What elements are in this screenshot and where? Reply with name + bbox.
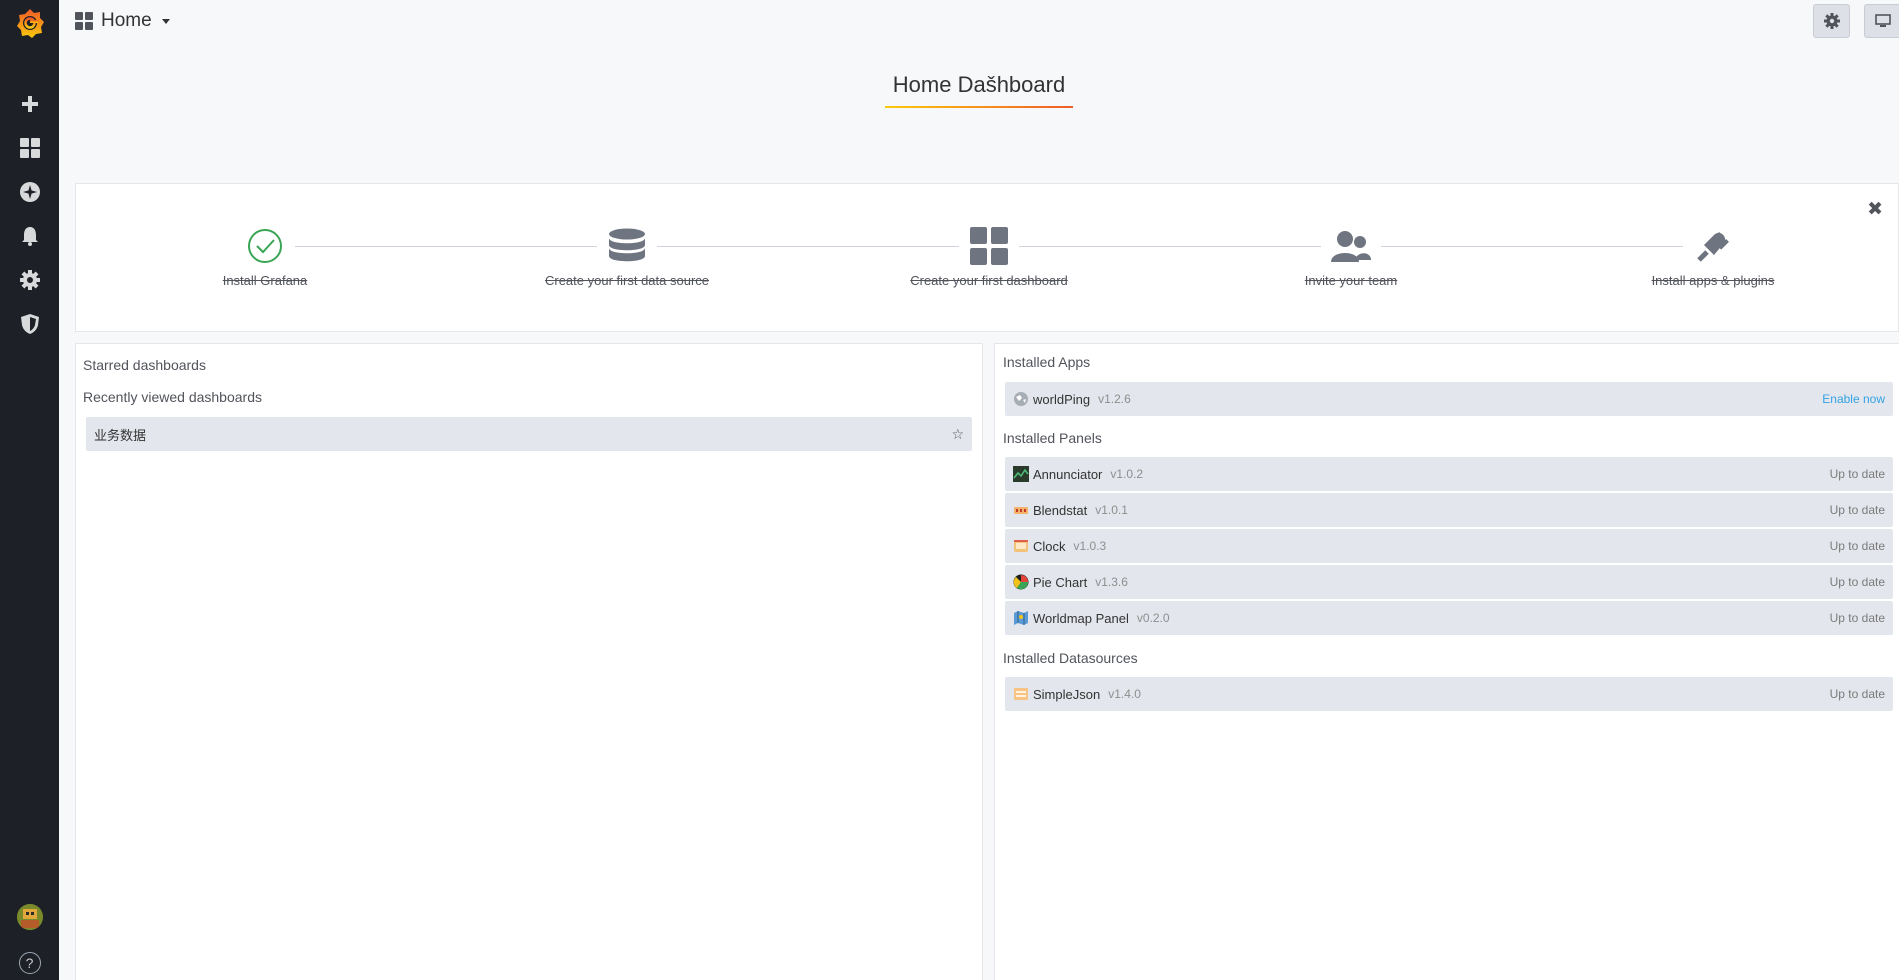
page-title: Home Dašhboard xyxy=(884,72,1074,108)
clock-icon xyxy=(1014,540,1028,552)
tv-mode-button[interactable] xyxy=(1864,4,1899,38)
step-invite-team: Invite your team xyxy=(1231,224,1471,288)
dashboard-grid-icon xyxy=(75,12,93,30)
step-label[interactable]: Create your first data source xyxy=(507,273,747,288)
plugin-status: Up to date xyxy=(1829,687,1885,701)
apps-icon xyxy=(970,227,1008,265)
simplejson-icon xyxy=(1014,688,1028,700)
plugin-version: v1.3.6 xyxy=(1095,575,1128,589)
plug-icon xyxy=(1697,232,1729,262)
sidebar: ? xyxy=(0,0,59,980)
plugin-name: SimpleJson xyxy=(1033,686,1101,702)
list-item[interactable]: Clock v1.0.3 Up to date xyxy=(1005,529,1893,563)
step-install-plugins: Install apps & plugins xyxy=(1593,224,1833,288)
plugin-version: v1.0.1 xyxy=(1095,503,1128,517)
users-icon xyxy=(1331,231,1371,262)
database-icon xyxy=(609,228,645,262)
enable-now-link[interactable]: Enable now xyxy=(1822,392,1885,406)
plugin-name: Blendstat xyxy=(1033,502,1088,518)
worldmap-icon xyxy=(1014,611,1028,625)
installed-panels-heading: Installed Panels xyxy=(1003,430,1102,446)
dashboard-settings-button[interactable] xyxy=(1813,4,1850,38)
list-item[interactable]: Worldmap Panel v0.2.0 Up to date xyxy=(1005,601,1893,635)
user-avatar[interactable] xyxy=(16,904,43,930)
step-label[interactable]: Install Grafana xyxy=(145,273,385,288)
create-plus-icon[interactable] xyxy=(0,82,59,126)
blendstat-icon xyxy=(1014,507,1028,514)
alerting-bell-icon[interactable] xyxy=(0,214,59,258)
plugin-version: v1.0.2 xyxy=(1110,467,1144,481)
explore-compass-icon[interactable] xyxy=(0,170,59,214)
close-icon[interactable]: ✖ xyxy=(1867,198,1883,221)
dashboards-icon[interactable] xyxy=(0,126,59,170)
step-create-dashboard: Create your first dashboard xyxy=(869,224,1109,288)
check-circle-icon xyxy=(248,229,282,263)
plugin-status: Up to date xyxy=(1829,611,1885,625)
list-item[interactable]: 业务数据 ☆ xyxy=(86,417,972,451)
plugin-status: Up to date xyxy=(1829,575,1885,589)
monitor-icon xyxy=(1874,14,1891,27)
step-create-data-source: Create your first data source xyxy=(507,224,747,288)
server-admin-shield-icon[interactable] xyxy=(0,302,59,346)
getting-started-panel: ✖ Install Grafana Create your first data… xyxy=(75,183,1899,332)
plugin-list-panel: Installed Apps worldPing v1.2.6 Enable n… xyxy=(994,343,1899,980)
dashboard-picker-label: Home xyxy=(101,10,152,31)
starred-dashboards-heading: Starred dashboards xyxy=(83,357,206,373)
plugin-version: v1.0.3 xyxy=(1073,539,1107,553)
help-icon[interactable]: ? xyxy=(18,952,41,974)
top-navbar: Home xyxy=(59,0,1899,42)
annunciator-icon xyxy=(1013,466,1029,482)
list-item[interactable]: worldPing v1.2.6 Enable now xyxy=(1005,382,1893,416)
plugin-version: v1.2.6 xyxy=(1098,392,1131,406)
grafana-logo[interactable] xyxy=(13,6,47,40)
chevron-down-icon xyxy=(161,18,170,24)
dashboard-picker[interactable]: Home xyxy=(75,10,170,32)
list-item[interactable]: SimpleJson v1.4.0 Up to date xyxy=(1005,677,1893,711)
dashboard-list-panel: Starred dashboards Recently viewed dashb… xyxy=(75,343,983,980)
plugin-status: Up to date xyxy=(1829,539,1885,553)
step-label[interactable]: Create your first dashboard xyxy=(869,273,1109,288)
installed-datasources-heading: Installed Datasources xyxy=(1003,650,1138,666)
plugin-status: Up to date xyxy=(1829,467,1885,481)
recently-viewed-heading: Recently viewed dashboards xyxy=(83,389,262,405)
installed-apps-heading: Installed Apps xyxy=(1003,354,1091,370)
list-item[interactable]: Blendstat v1.0.1 Up to date xyxy=(1005,493,1893,527)
step-label[interactable]: Install apps & plugins xyxy=(1593,273,1833,288)
list-item[interactable]: Pie Chart v1.3.6 Up to date xyxy=(1005,565,1893,599)
plugin-version: v0.2.0 xyxy=(1136,611,1170,625)
plugin-name: worldPing xyxy=(1033,391,1091,407)
plugin-name: Clock xyxy=(1033,538,1066,554)
step-install-grafana: Install Grafana xyxy=(145,224,385,288)
star-icon[interactable]: ☆ xyxy=(951,426,964,443)
plugin-version: v1.4.0 xyxy=(1108,687,1141,701)
plugin-name: Annunciator xyxy=(1033,466,1103,482)
configuration-gear-icon[interactable] xyxy=(0,258,59,302)
plugin-name: Worldmap Panel xyxy=(1033,610,1129,626)
worldping-icon xyxy=(1014,392,1028,406)
plugin-status: Up to date xyxy=(1829,503,1885,517)
step-label[interactable]: Invite your team xyxy=(1231,273,1471,288)
list-item[interactable]: Annunciator v1.0.2 Up to date xyxy=(1005,457,1893,491)
dashboard-name: 业务数据 xyxy=(94,427,147,443)
gear-icon xyxy=(1823,13,1840,29)
plugin-name: Pie Chart xyxy=(1033,574,1088,590)
pie-chart-icon xyxy=(1013,574,1029,590)
